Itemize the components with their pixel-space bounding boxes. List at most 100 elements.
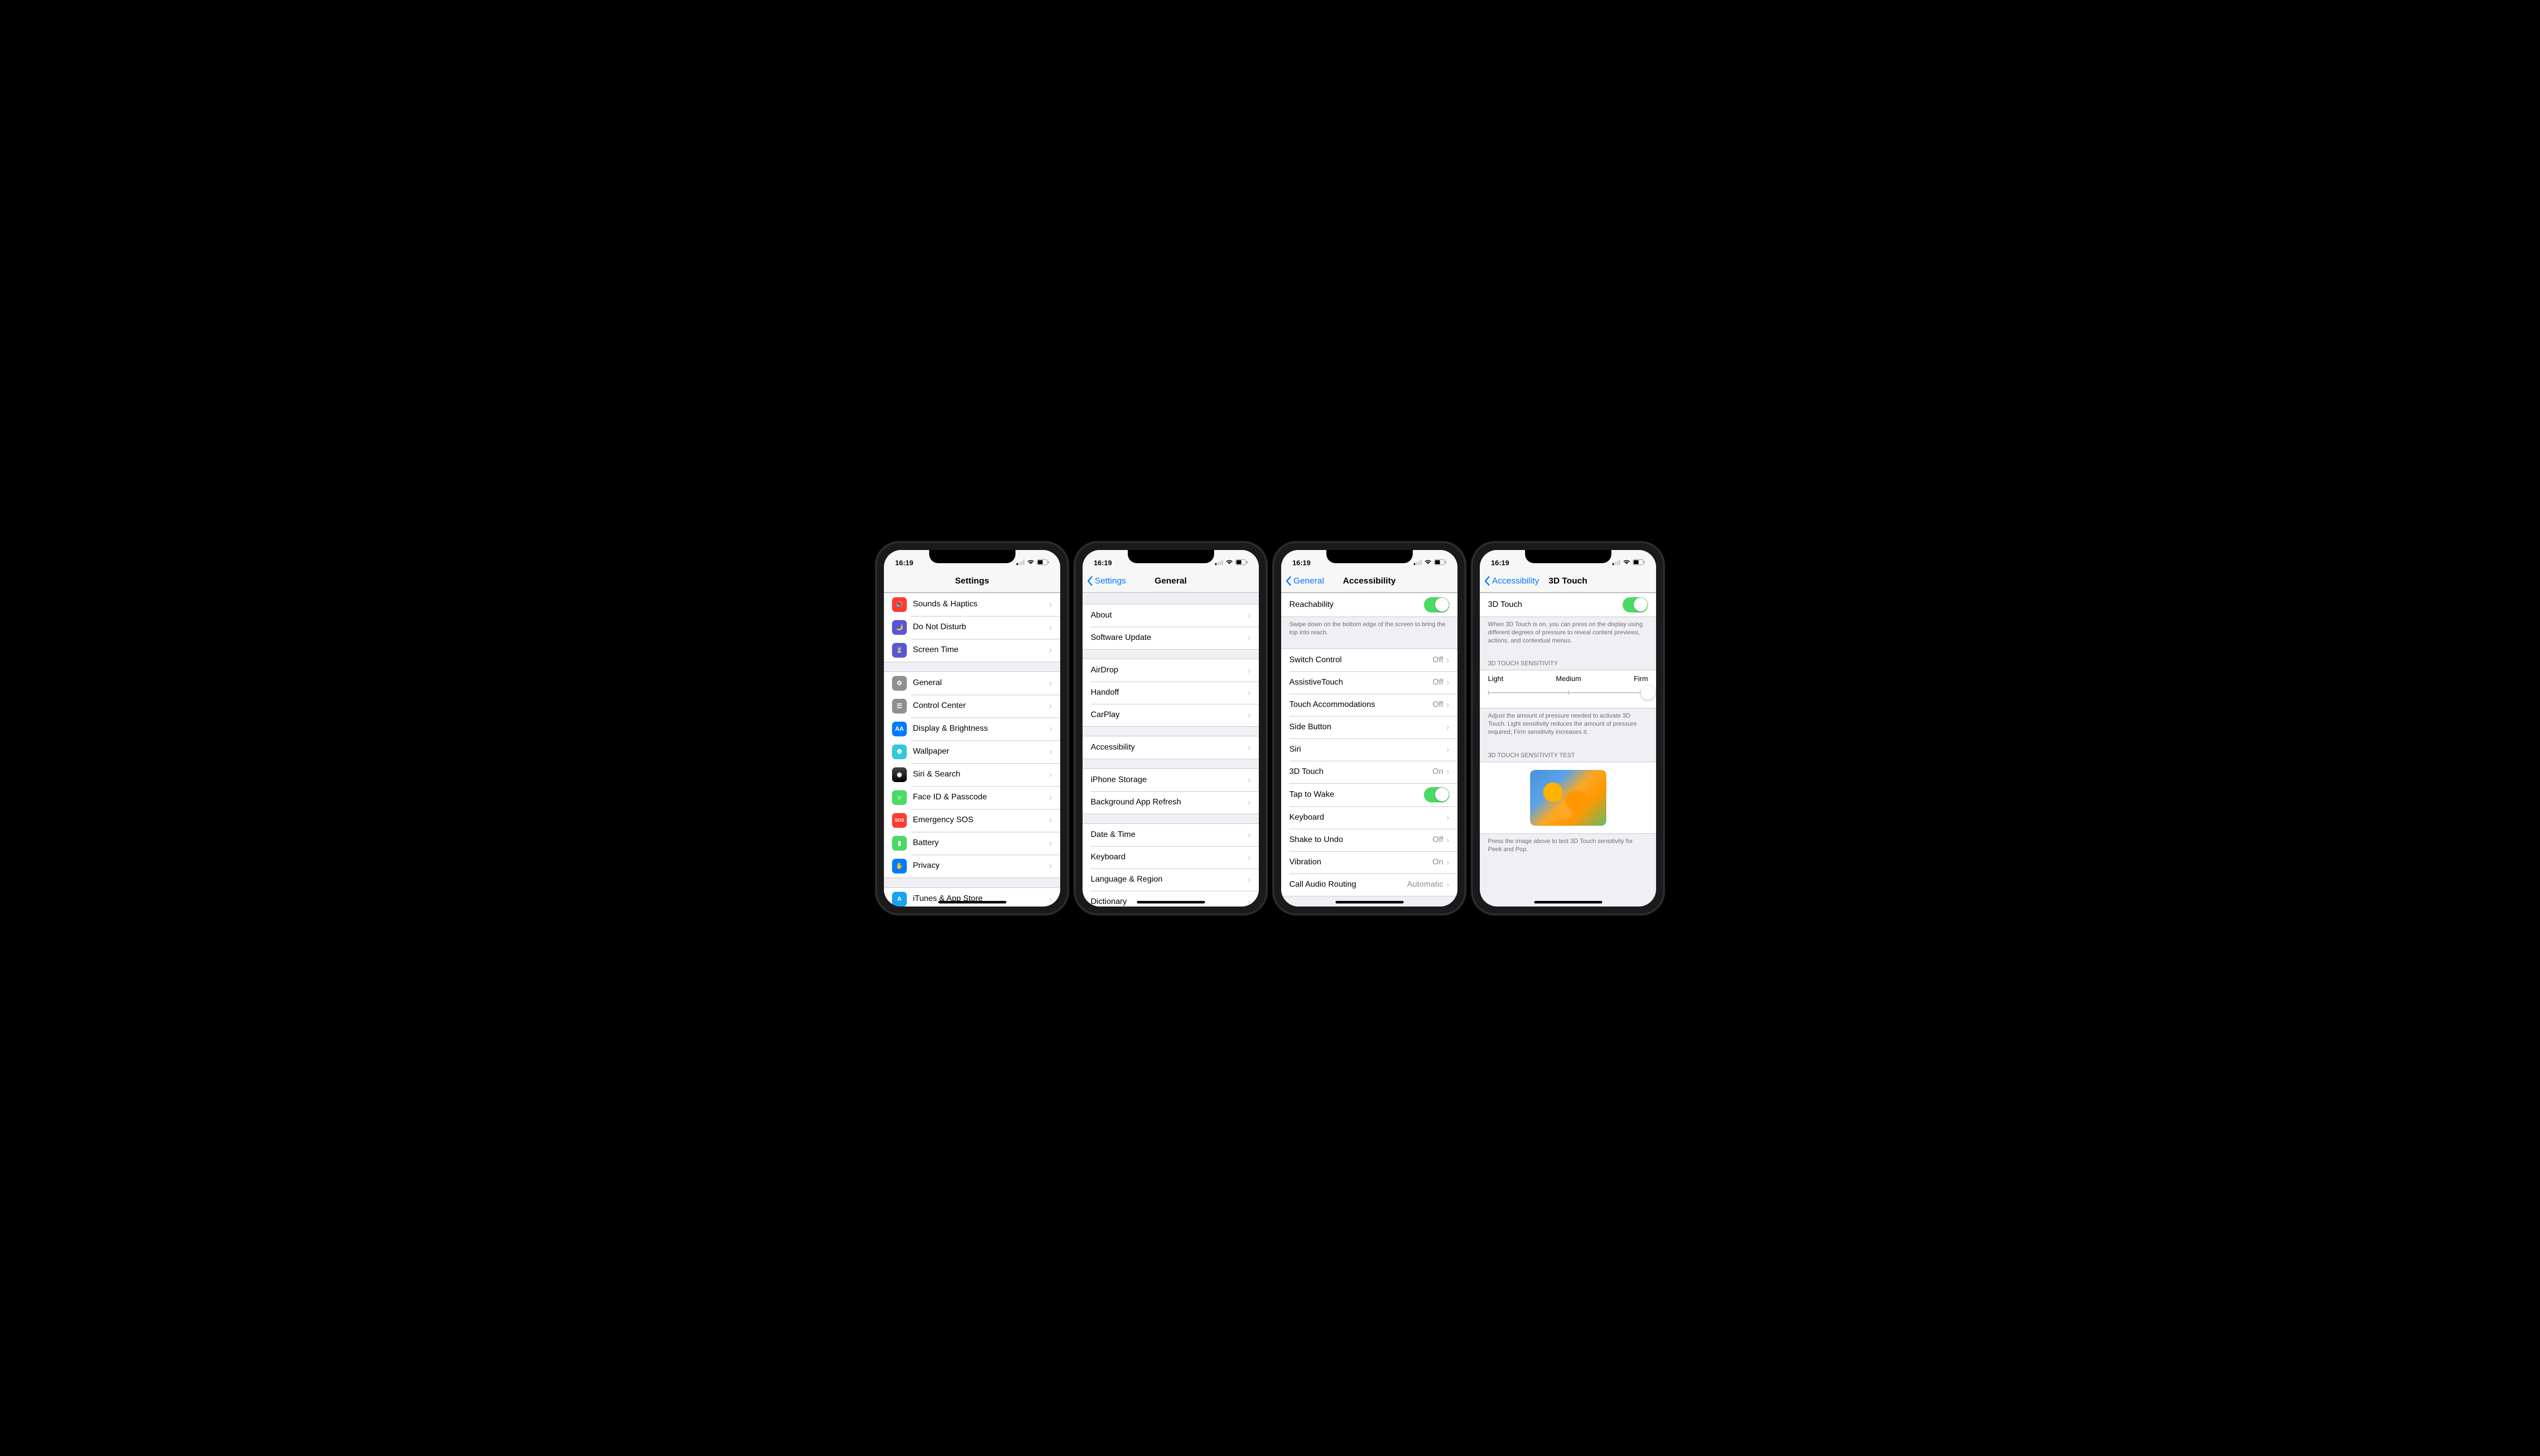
settings-row[interactable]: ⚙General› bbox=[884, 672, 1060, 695]
back-button[interactable]: Accessibility bbox=[1484, 576, 1539, 586]
settings-row[interactable]: Keyboard› bbox=[1281, 806, 1457, 829]
settings-row[interactable]: Shake to UndoOff› bbox=[1281, 829, 1457, 851]
chevron-right-icon: › bbox=[1049, 894, 1052, 903]
row-label: Privacy bbox=[913, 861, 1049, 870]
signal-icon bbox=[1414, 559, 1422, 567]
chevron-right-icon: › bbox=[1049, 701, 1052, 710]
settings-group: Switch ControlOff›AssistiveTouchOff›Touc… bbox=[1281, 649, 1457, 896]
settings-row[interactable]: Reachability bbox=[1281, 593, 1457, 617]
settings-row[interactable]: Call Audio RoutingAutomatic› bbox=[1281, 873, 1457, 896]
settings-row[interactable]: Date & Time› bbox=[1083, 824, 1259, 846]
row-label: Emergency SOS bbox=[913, 816, 1049, 825]
status-time: 16:19 bbox=[1094, 559, 1124, 567]
settings-row[interactable]: Dictionary› bbox=[1083, 891, 1259, 907]
settings-row[interactable]: AssistiveTouchOff› bbox=[1281, 671, 1457, 694]
settings-row[interactable]: ☺Face ID & Passcode› bbox=[884, 786, 1060, 809]
chevron-right-icon: › bbox=[1248, 830, 1251, 839]
chevron-right-icon: › bbox=[1049, 816, 1052, 825]
battery-icon bbox=[1037, 559, 1049, 567]
settings-row[interactable]: Handoff› bbox=[1083, 682, 1259, 704]
screen: 16:19 Accessibility3D Touch3D TouchWhen … bbox=[1480, 550, 1656, 907]
content[interactable]: 🔊Sounds & Haptics›🌙Do Not Disturb›⏳Scree… bbox=[884, 593, 1060, 907]
settings-row[interactable]: ☰Control Center› bbox=[884, 695, 1060, 718]
settings-row[interactable]: SOS Emergency SOS› bbox=[884, 809, 1060, 832]
chevron-right-icon: › bbox=[1248, 666, 1251, 675]
chevron-right-icon: › bbox=[1446, 723, 1449, 732]
row-icon: ☺ bbox=[892, 790, 907, 805]
chevron-right-icon: › bbox=[1049, 838, 1052, 848]
sensitivity-test-image[interactable] bbox=[1530, 770, 1606, 826]
sensitivity-slider[interactable]: LightMediumFirm bbox=[1480, 670, 1656, 708]
settings-row[interactable]: 🔊Sounds & Haptics› bbox=[884, 593, 1060, 616]
row-label: AirDrop bbox=[1091, 666, 1248, 675]
settings-row[interactable]: ⏳Screen Time› bbox=[884, 639, 1060, 662]
settings-row[interactable]: Switch ControlOff› bbox=[1281, 649, 1457, 671]
settings-row[interactable]: Keyboard› bbox=[1083, 846, 1259, 868]
settings-row[interactable]: CarPlay› bbox=[1083, 704, 1259, 726]
chevron-left-icon bbox=[1285, 576, 1291, 586]
settings-row[interactable]: ◉Siri & Search› bbox=[884, 763, 1060, 786]
settings-row[interactable]: Background App Refresh› bbox=[1083, 791, 1259, 814]
row-label: Date & Time bbox=[1091, 830, 1248, 839]
settings-row[interactable]: About› bbox=[1083, 604, 1259, 627]
settings-row[interactable]: Side Button› bbox=[1281, 716, 1457, 738]
row-label: Touch Accommodations bbox=[1289, 700, 1433, 709]
settings-group: Accessibility› bbox=[1083, 736, 1259, 759]
settings-row[interactable]: ❁Wallpaper› bbox=[884, 740, 1060, 763]
chevron-right-icon: › bbox=[1248, 775, 1251, 785]
settings-row[interactable]: Accessibility› bbox=[1083, 736, 1259, 759]
settings-row[interactable]: Siri› bbox=[1281, 738, 1457, 761]
settings-row[interactable]: VibrationOn› bbox=[1281, 851, 1457, 873]
back-button[interactable]: General bbox=[1285, 576, 1324, 586]
settings-row[interactable]: AirDrop› bbox=[1083, 659, 1259, 682]
row-label: Switch Control bbox=[1289, 656, 1433, 665]
settings-row[interactable]: AiTunes & App Store› bbox=[884, 888, 1060, 907]
status-indicators bbox=[1414, 559, 1446, 567]
slider-track[interactable] bbox=[1488, 686, 1648, 700]
settings-group: ⚙General›☰Control Center›AADisplay & Bri… bbox=[884, 671, 1060, 878]
settings-row[interactable]: Software Update› bbox=[1083, 627, 1259, 649]
chevron-right-icon: › bbox=[1248, 853, 1251, 862]
settings-row[interactable]: ▮Battery› bbox=[884, 832, 1060, 855]
chevron-right-icon: › bbox=[1446, 813, 1449, 822]
row-label: General bbox=[913, 678, 1049, 688]
row-label: Side Button bbox=[1289, 723, 1446, 732]
settings-row[interactable]: iPhone Storage› bbox=[1083, 769, 1259, 791]
row-icon: SOS bbox=[892, 813, 907, 828]
settings-row[interactable]: AADisplay & Brightness› bbox=[884, 718, 1060, 740]
test-area bbox=[1480, 762, 1656, 834]
row-label: Background App Refresh bbox=[1091, 798, 1248, 807]
home-indicator[interactable] bbox=[1534, 901, 1602, 903]
content[interactable]: ReachabilitySwipe down on the bottom edg… bbox=[1281, 593, 1457, 907]
toggle-switch[interactable] bbox=[1424, 597, 1449, 612]
settings-row[interactable]: 🌙Do Not Disturb› bbox=[884, 616, 1060, 639]
content[interactable]: About›Software Update›AirDrop›Handoff›Ca… bbox=[1083, 593, 1259, 907]
settings-row[interactable]: Touch AccommodationsOff› bbox=[1281, 694, 1457, 716]
row-icon: AA bbox=[892, 722, 907, 736]
nav-title: Settings bbox=[955, 576, 989, 586]
toggle-switch[interactable] bbox=[1623, 597, 1648, 612]
slider-thumb[interactable] bbox=[1641, 686, 1655, 700]
settings-row[interactable]: 3D Touch bbox=[1480, 593, 1656, 617]
group-footer: Press the image above to test 3D Touch s… bbox=[1480, 834, 1656, 856]
settings-row[interactable]: ✋Privacy› bbox=[884, 855, 1060, 878]
toggle-switch[interactable] bbox=[1424, 787, 1449, 802]
settings-row[interactable]: 3D TouchOn› bbox=[1281, 761, 1457, 783]
settings-row[interactable]: Language & Region› bbox=[1083, 868, 1259, 891]
group-header: HEARING bbox=[1281, 905, 1457, 907]
signal-icon bbox=[1215, 559, 1223, 567]
group-rows: Reachability bbox=[1281, 593, 1457, 617]
phone-frame: 16:19 GeneralAccessibilityReachabilitySw… bbox=[1274, 543, 1465, 914]
nav-title: General bbox=[1155, 576, 1187, 586]
home-indicator[interactable] bbox=[938, 901, 1006, 903]
notch bbox=[1128, 550, 1214, 563]
home-indicator[interactable] bbox=[1137, 901, 1205, 903]
row-label: AssistiveTouch bbox=[1289, 678, 1433, 687]
settings-row[interactable]: Tap to Wake bbox=[1281, 783, 1457, 806]
content[interactable]: 3D TouchWhen 3D Touch is on, you can pre… bbox=[1480, 593, 1656, 907]
chevron-right-icon: › bbox=[1446, 880, 1449, 889]
row-value: Off bbox=[1433, 678, 1443, 687]
back-button[interactable]: Settings bbox=[1087, 576, 1126, 586]
home-indicator[interactable] bbox=[1336, 901, 1404, 903]
chevron-right-icon: › bbox=[1446, 656, 1449, 665]
